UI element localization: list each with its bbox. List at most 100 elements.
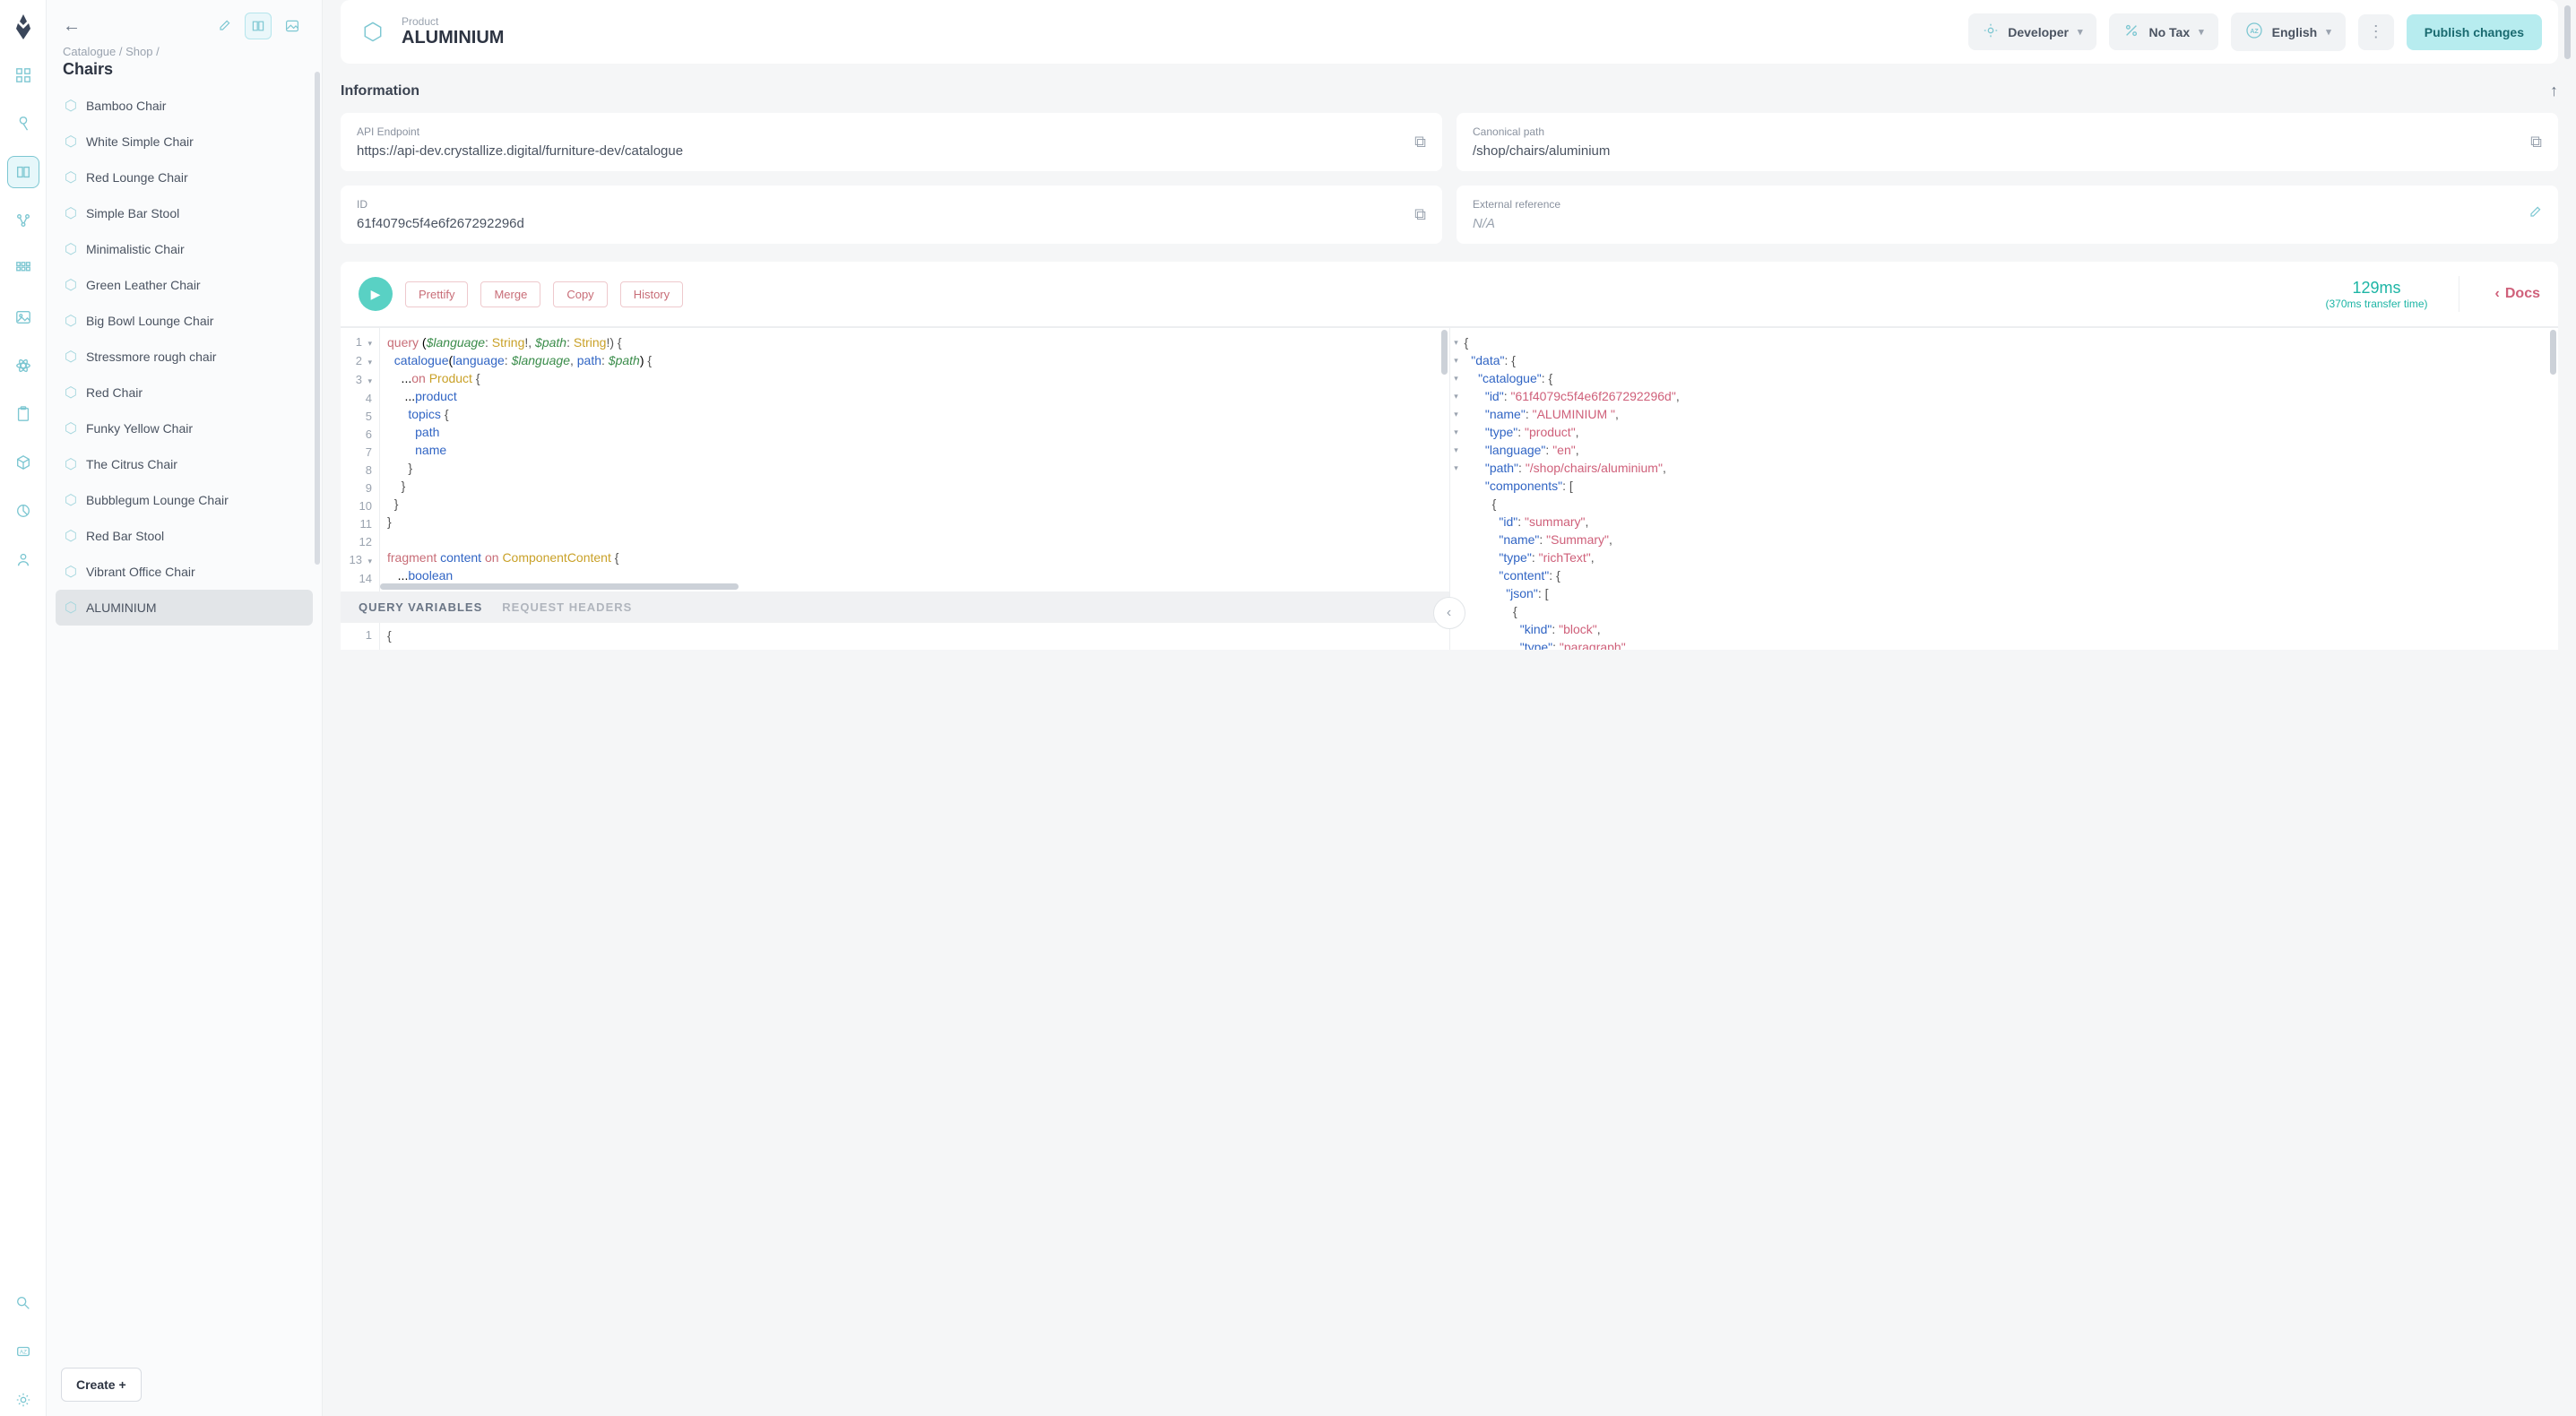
list-item[interactable]: ⬡Bubblegum Lounge Chair — [56, 482, 313, 518]
copy-icon[interactable]: ⧉ — [2530, 133, 2542, 151]
section-title: Information — [341, 83, 419, 99]
copy-icon[interactable]: ⧉ — [1414, 205, 1426, 224]
language-icon[interactable]: AZ — [7, 1335, 39, 1368]
image-view-icon[interactable] — [279, 13, 306, 39]
list-item[interactable]: ⬡Bamboo Chair — [56, 88, 313, 124]
collapse-drawer-icon[interactable]: ‹ — [1433, 597, 1465, 629]
icon-rail: AZ — [0, 0, 47, 1416]
vars-editor[interactable]: 1 { — [341, 623, 1449, 650]
product-type-label: Product — [402, 15, 504, 28]
list-item[interactable]: ⬡Red Bar Stool — [56, 518, 313, 554]
gear-icon[interactable] — [7, 1384, 39, 1416]
list-item[interactable]: ⬡Vibrant Office Chair — [56, 554, 313, 590]
product-header: ⬡ Product ALUMINIUM Developer ▾ No Tax ▾… — [341, 0, 2558, 64]
run-button[interactable]: ▶ — [359, 277, 393, 311]
back-arrow-icon[interactable]: ← — [63, 16, 81, 37]
list-item[interactable]: ⬡Simple Bar Stool — [56, 195, 313, 231]
information-section: Information ↑ API Endpoint https://api-d… — [341, 82, 2558, 244]
chevron-left-icon: ‹ — [2495, 286, 2500, 302]
edit-icon[interactable] — [2528, 205, 2542, 224]
language-dropdown[interactable]: AZ English ▾ — [2231, 13, 2346, 51]
history-button[interactable]: History — [620, 281, 683, 307]
timing-info: 129ms (370ms transfer time) — [2326, 279, 2428, 310]
sidebar-scrollbar[interactable] — [315, 72, 320, 565]
product-icon: ⬡ — [65, 97, 77, 115]
query-code[interactable]: query ($language: String!, $path: String… — [380, 328, 1449, 591]
merge-button[interactable]: Merge — [480, 281, 540, 307]
graphiql-panel: ▶ Prettify Merge Copy History 129ms (370… — [341, 262, 2558, 650]
more-menu[interactable]: ⋮ — [2358, 14, 2394, 50]
list-item[interactable]: ⬡Green Leather Chair — [56, 267, 313, 303]
atom-icon[interactable] — [7, 350, 39, 382]
edit-icon[interactable] — [211, 13, 238, 39]
result-scrollbar[interactable] — [2550, 330, 2556, 375]
search-icon[interactable] — [7, 1287, 39, 1319]
percent-icon — [2123, 22, 2139, 41]
product-icon: ⬡ — [65, 419, 77, 437]
book-view-icon[interactable] — [245, 13, 272, 39]
chevron-down-icon: ▾ — [2078, 26, 2083, 38]
canonical-value: /shop/chairs/aluminium — [1473, 143, 2530, 159]
nodes-icon[interactable] — [7, 204, 39, 237]
copy-button[interactable]: Copy — [553, 281, 607, 307]
list-item[interactable]: ⬡Stressmore rough chair — [56, 339, 313, 375]
tax-dropdown[interactable]: No Tax ▾ — [2109, 13, 2217, 50]
product-icon: ⬡ — [65, 384, 77, 401]
list-item[interactable]: ⬡The Citrus Chair — [56, 446, 313, 482]
logo-icon[interactable] — [7, 11, 39, 43]
grid-icon[interactable] — [7, 253, 39, 285]
query-editor[interactable]: ‹ 1▾2▾3▾4 5 6 7 8 9 10 11 12 13▾14 query… — [341, 328, 1450, 650]
breadcrumb-shop[interactable]: Shop — [125, 45, 152, 58]
extref-value: N/A — [1473, 216, 2528, 231]
editor-hscrollbar[interactable] — [380, 583, 739, 590]
az-icon: AZ — [2245, 22, 2263, 42]
list-item[interactable]: ⬡Funky Yellow Chair — [56, 410, 313, 446]
prettify-button[interactable]: Prettify — [405, 281, 468, 307]
product-icon: ⬡ — [65, 491, 77, 509]
product-head-icon: ⬡ — [357, 16, 389, 48]
copy-icon[interactable]: ⧉ — [1414, 133, 1426, 151]
product-icon: ⬡ — [65, 204, 77, 222]
id-value: 61f4079c5f4e6f267292296d — [357, 216, 1414, 231]
dashboard-icon[interactable] — [7, 59, 39, 91]
product-icon: ⬡ — [65, 348, 77, 366]
user-icon[interactable] — [7, 543, 39, 575]
docs-link[interactable]: ‹ Docs — [2459, 276, 2540, 312]
list-item-selected[interactable]: ⬡ALUMINIUM — [56, 590, 313, 626]
breadcrumb: Catalogue / Shop / — [63, 45, 306, 58]
sidebar: ← Catalogue / Shop / Chairs ⬡Bamboo Chai… — [47, 0, 323, 1416]
product-icon: ⬡ — [65, 455, 77, 473]
api-endpoint-value: https://api-dev.crystallize.digital/furn… — [357, 143, 1414, 159]
clipboard-icon[interactable] — [7, 398, 39, 430]
query-variables-tab[interactable]: QUERY VARIABLES — [359, 600, 482, 614]
create-button[interactable]: Create + — [61, 1368, 142, 1402]
catalogue-icon[interactable] — [7, 156, 39, 188]
image-icon[interactable] — [7, 301, 39, 333]
svg-text:AZ: AZ — [2250, 29, 2259, 35]
svg-text:AZ: AZ — [19, 1350, 26, 1356]
canonical-card: Canonical path /shop/chairs/aluminium ⧉ — [1457, 113, 2558, 171]
list-item[interactable]: ⬡Big Bowl Lounge Chair — [56, 303, 313, 339]
breadcrumb-catalogue[interactable]: Catalogue — [63, 45, 116, 58]
chevron-down-icon: ▾ — [2199, 26, 2204, 38]
list-item[interactable]: ⬡Red Chair — [56, 375, 313, 410]
cube-icon[interactable] — [7, 446, 39, 479]
product-icon: ⬡ — [65, 240, 77, 258]
request-headers-tab[interactable]: REQUEST HEADERS — [502, 600, 632, 614]
publish-button[interactable]: Publish changes — [2407, 14, 2542, 50]
extref-card: External reference N/A — [1457, 186, 2558, 244]
pinwheel-icon[interactable] — [7, 108, 39, 140]
pie-icon[interactable] — [7, 495, 39, 527]
result-pane[interactable]: ▾▾▾ ▾▾ ▾▾▾ { "data": { "catalogue": { "i… — [1450, 328, 2559, 650]
id-card: ID 61f4079c5f4e6f267292296d ⧉ — [341, 186, 1442, 244]
line-gutter: 1▾2▾3▾4 5 6 7 8 9 10 11 12 13▾14 — [341, 328, 380, 591]
main-scrollbar[interactable] — [2564, 5, 2571, 59]
result-json: { "data": { "catalogue": { "id": "61f407… — [1463, 328, 2559, 650]
list-item[interactable]: ⬡Minimalistic Chair — [56, 231, 313, 267]
product-icon: ⬡ — [65, 527, 77, 545]
list-item[interactable]: ⬡Red Lounge Chair — [56, 160, 313, 195]
collapse-icon[interactable]: ↑ — [2550, 82, 2558, 100]
list-item[interactable]: ⬡White Simple Chair — [56, 124, 313, 160]
developer-dropdown[interactable]: Developer ▾ — [1968, 13, 2096, 50]
product-icon: ⬡ — [65, 133, 77, 151]
